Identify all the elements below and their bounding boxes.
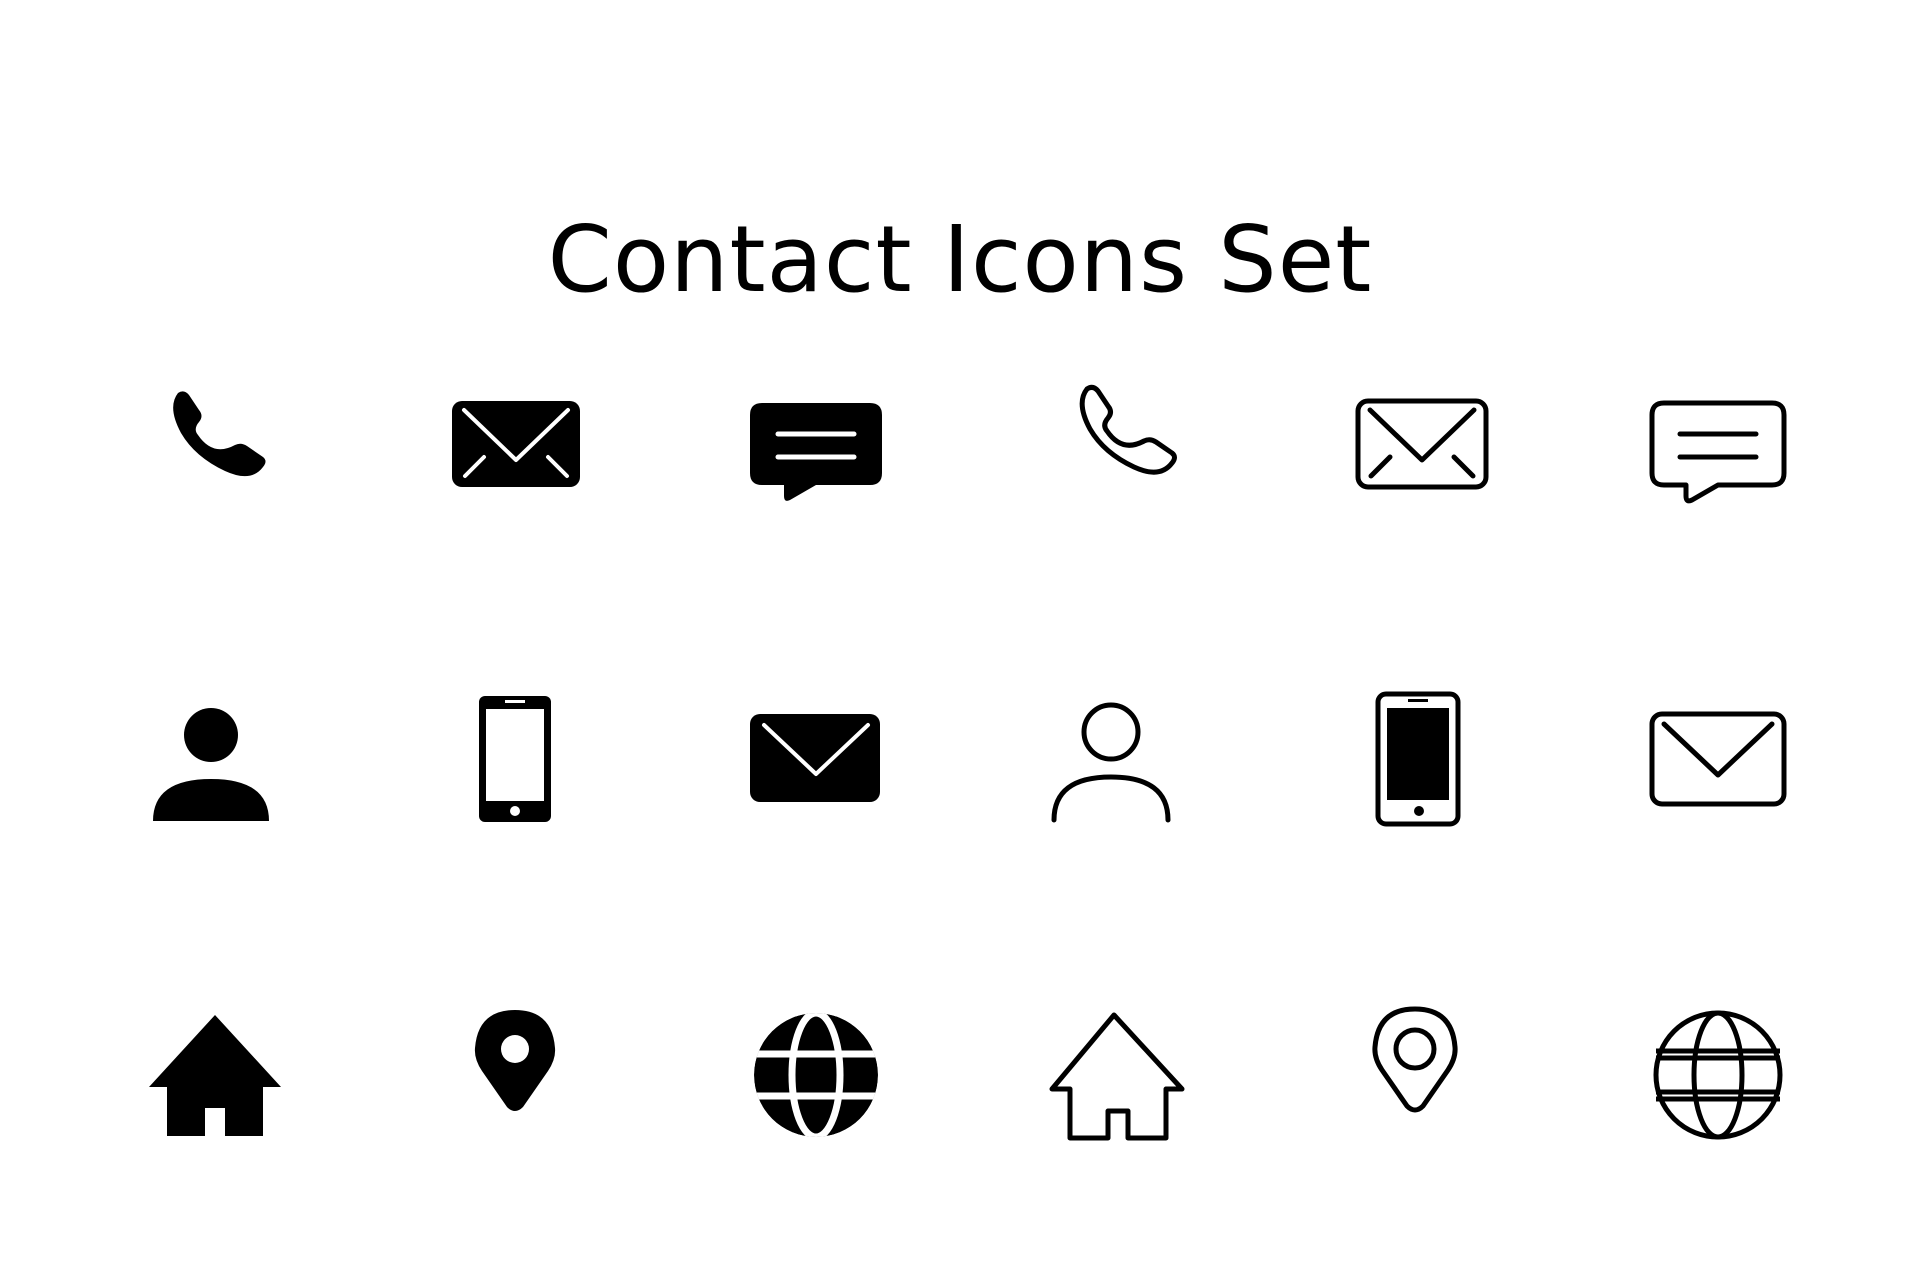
home-filled-icon [131, 995, 291, 1155]
globe-filled-icon [736, 995, 896, 1155]
envelope-outline-icon [1340, 363, 1500, 523]
home-outline-icon [1040, 995, 1200, 1155]
user-filled-icon [131, 680, 291, 840]
envelope-filled-icon-2 [736, 680, 896, 840]
chat-bubble-outline-icon [1638, 363, 1798, 523]
globe-outline-icon [1638, 995, 1798, 1155]
location-pin-filled-icon [434, 995, 594, 1155]
envelope-filled-icon [434, 363, 594, 523]
phone-outline-icon [1040, 363, 1200, 523]
phone-filled-icon [131, 367, 291, 527]
page-title: Contact Icons Set [547, 205, 1373, 313]
envelope-outline-icon-2 [1638, 680, 1798, 840]
smartphone-filled-icon [1340, 680, 1500, 840]
location-pin-outline-icon [1340, 995, 1500, 1155]
user-outline-icon [1040, 680, 1200, 840]
chat-bubble-filled-icon [736, 363, 896, 523]
smartphone-outline-icon [434, 680, 594, 840]
